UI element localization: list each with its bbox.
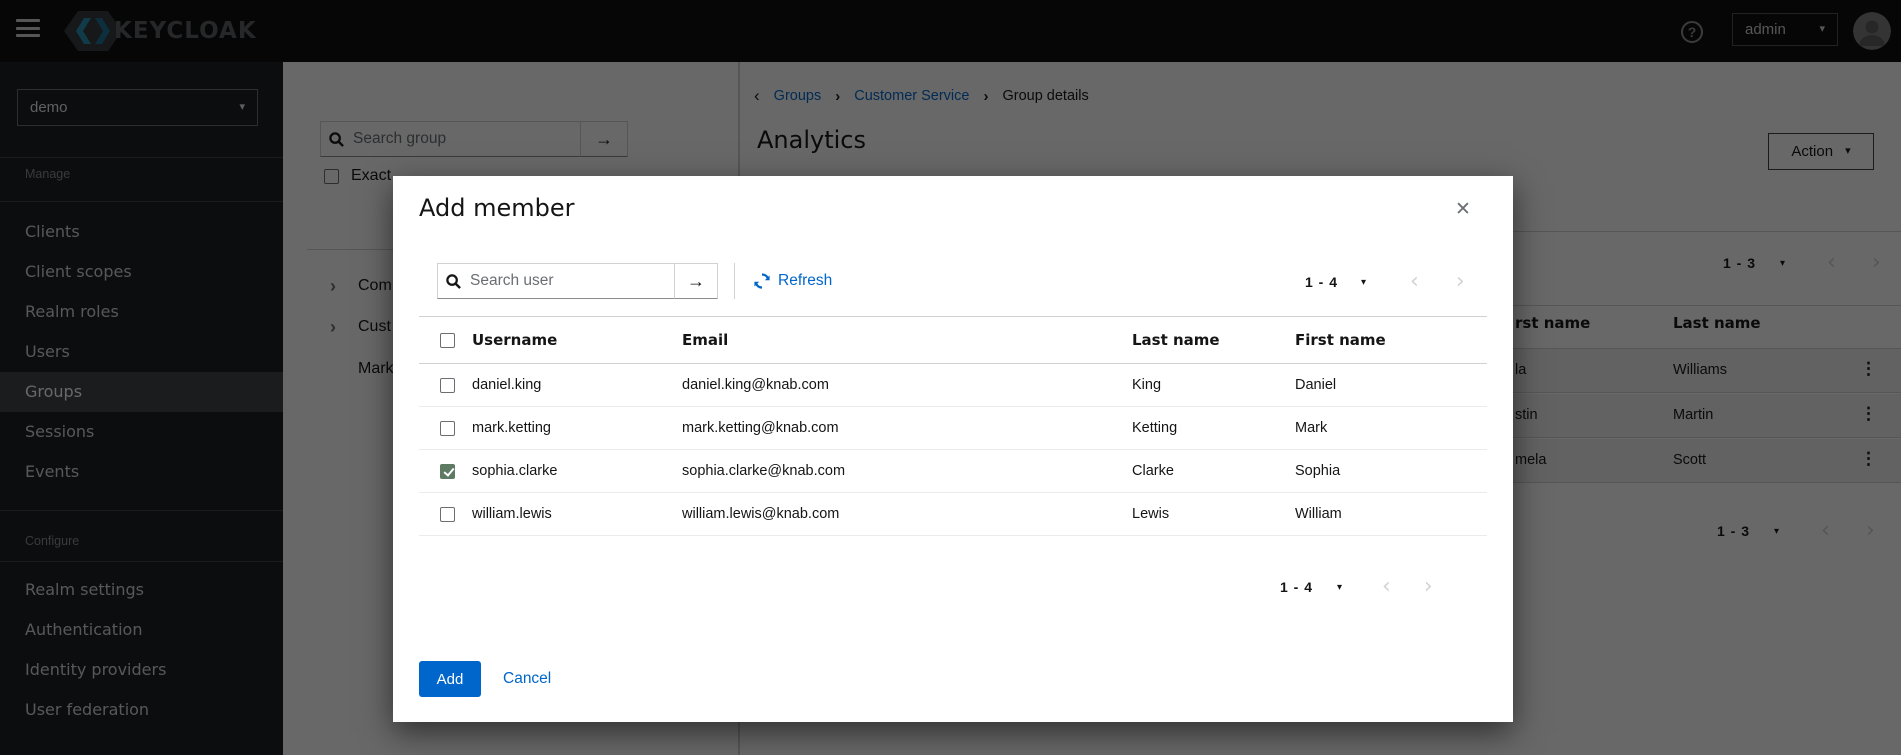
- table-row[interactable]: daniel.king daniel.king@knab.com King Da…: [419, 364, 1487, 407]
- user-search-box: [437, 263, 675, 299]
- table-row[interactable]: sophia.clarke sophia.clarke@knab.com Cla…: [419, 450, 1487, 493]
- col-header-username: Username: [455, 331, 682, 349]
- table-row[interactable]: mark.ketting mark.ketting@knab.com Ketti…: [419, 407, 1487, 450]
- modal-toolbar: → Refresh: [437, 263, 832, 299]
- cell-email: sophia.clarke@knab.com: [682, 463, 1132, 479]
- row-checkbox[interactable]: [440, 464, 455, 479]
- row-checkbox[interactable]: [440, 507, 455, 522]
- table-row[interactable]: william.lewis william.lewis@knab.com Lew…: [419, 493, 1487, 536]
- select-all-checkbox[interactable]: [440, 333, 455, 348]
- chevron-down-icon[interactable]: ▾: [1337, 582, 1342, 593]
- refresh-icon: [754, 273, 770, 289]
- cell-username: mark.ketting: [455, 420, 682, 436]
- col-header-first-name: First name: [1295, 331, 1487, 349]
- col-header-email: Email: [682, 331, 1132, 349]
- pagination-prev-icon[interactable]: ‹: [1382, 576, 1391, 598]
- modal-title: Add member: [419, 194, 574, 222]
- add-member-modal: Add member ✕ → Refresh 1 - 4 ▾ ‹ ›: [393, 176, 1513, 722]
- cell-last-name: Clarke: [1132, 463, 1295, 479]
- cell-username: william.lewis: [455, 506, 682, 522]
- user-search-input[interactable]: [470, 272, 666, 290]
- row-checkbox[interactable]: [440, 378, 455, 393]
- cell-last-name: King: [1132, 377, 1295, 393]
- arrow-right-icon: →: [687, 271, 705, 292]
- search-icon: [446, 274, 461, 289]
- row-checkbox[interactable]: [440, 421, 455, 436]
- cell-last-name: Lewis: [1132, 506, 1295, 522]
- cell-first-name: Mark: [1295, 420, 1487, 436]
- close-icon[interactable]: ✕: [1455, 198, 1471, 220]
- table-header-row: Username Email Last name First name: [419, 317, 1487, 364]
- pagination-next-icon[interactable]: ›: [1456, 271, 1465, 293]
- refresh-label: Refresh: [778, 272, 832, 290]
- user-pagination-bottom: 1 - 4 ▾ ‹ ›: [1280, 576, 1433, 598]
- cell-username: daniel.king: [455, 377, 682, 393]
- cell-email: william.lewis@knab.com: [682, 506, 1132, 522]
- cell-last-name: Ketting: [1132, 420, 1295, 436]
- refresh-button[interactable]: Refresh: [754, 272, 832, 290]
- pagination-range: 1 - 4: [1305, 274, 1338, 290]
- cell-first-name: Sophia: [1295, 463, 1487, 479]
- add-button[interactable]: Add: [419, 661, 481, 697]
- cancel-button[interactable]: Cancel: [503, 670, 551, 688]
- pagination-prev-icon[interactable]: ‹: [1410, 271, 1419, 293]
- cell-email: daniel.king@knab.com: [682, 377, 1132, 393]
- cell-first-name: Daniel: [1295, 377, 1487, 393]
- pagination-range: 1 - 4: [1280, 579, 1313, 595]
- user-table: Username Email Last name First name dani…: [419, 316, 1487, 536]
- col-header-last-name: Last name: [1132, 331, 1295, 349]
- cell-first-name: William: [1295, 506, 1487, 522]
- divider: [734, 263, 735, 299]
- user-search-submit-button[interactable]: →: [675, 263, 718, 299]
- user-pagination-top: 1 - 4 ▾ ‹ ›: [1305, 271, 1465, 293]
- pagination-next-icon[interactable]: ›: [1424, 576, 1433, 598]
- cell-username: sophia.clarke: [455, 463, 682, 479]
- chevron-down-icon[interactable]: ▾: [1361, 277, 1366, 288]
- cell-email: mark.ketting@knab.com: [682, 420, 1132, 436]
